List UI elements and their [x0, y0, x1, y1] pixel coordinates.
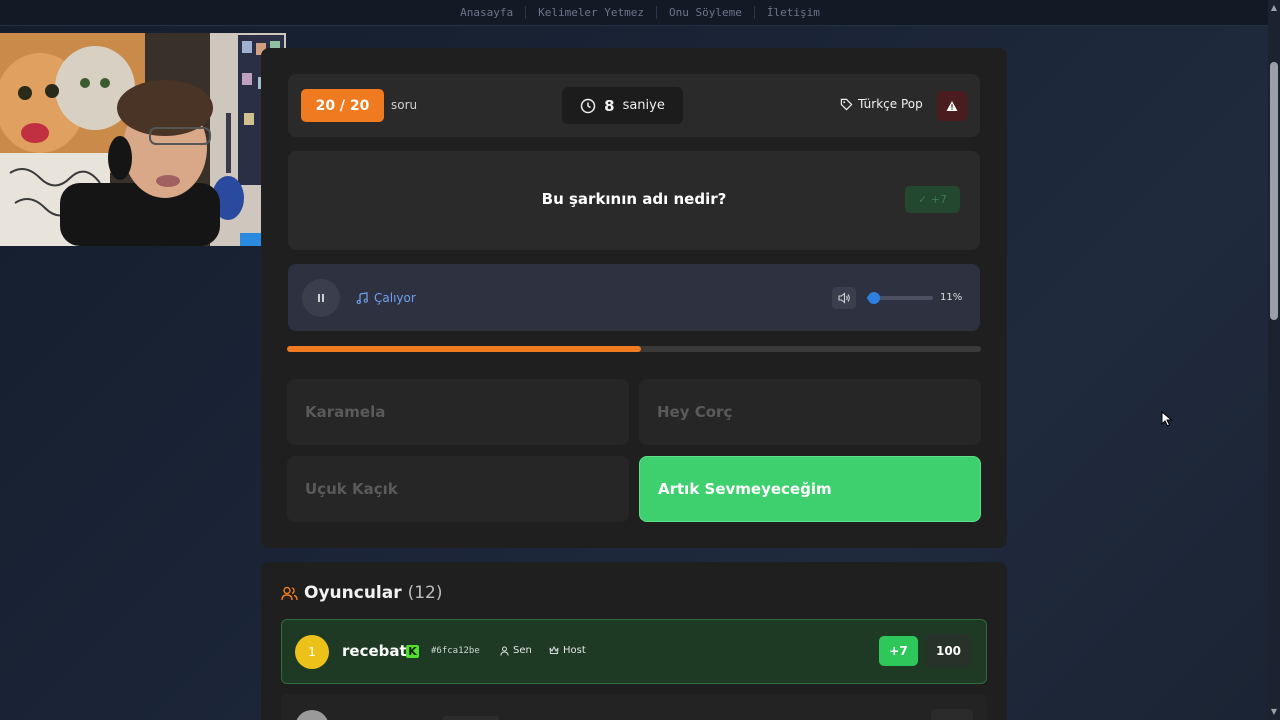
question-counter: 20 / 20 [301, 89, 384, 122]
category-text: Türkçe Pop [858, 97, 923, 111]
webcam-image [0, 33, 286, 246]
players-title: Oyuncular [304, 583, 402, 603]
player-name: recebat [342, 642, 407, 660]
crown-icon [549, 646, 559, 654]
timer-value: 8 [604, 96, 615, 115]
host-tag: Host [549, 645, 586, 656]
timer: 8 saniye [562, 87, 683, 124]
user-icon [500, 646, 509, 656]
kick-logo-icon: K [406, 645, 419, 658]
answer-option-4[interactable]: Artık Sevmeyeceğim [639, 456, 981, 522]
player-rank: 1 [295, 635, 329, 669]
category-label: Türkçe Pop [840, 97, 923, 111]
scrollbar-thumb[interactable] [1270, 62, 1278, 320]
pause-button[interactable] [302, 279, 340, 317]
nav-link-kelimeler-yetmez[interactable]: Kelimeler Yetmez [526, 6, 658, 19]
mute-button[interactable] [832, 287, 856, 309]
clock-icon [580, 98, 596, 113]
you-tag-label: Sen [513, 645, 532, 656]
total-score-badge [931, 709, 973, 720]
players-heading: Oyuncular (12) [281, 583, 443, 603]
player-row [281, 694, 987, 720]
question-text: Bu şarkının adı nedir? [541, 190, 727, 208]
volume-percent: 11% [940, 292, 963, 303]
timer-unit: saniye [622, 98, 665, 113]
you-tag: Sen [500, 645, 532, 656]
player-id: #6fca12be [431, 646, 480, 656]
tag-icon [840, 98, 853, 110]
scroll-up-icon[interactable]: ▲ [1270, 4, 1278, 12]
webcam-overlay [0, 33, 286, 246]
question-counter-suffix: soru [391, 98, 418, 112]
nav-link-onu-soyleme[interactable]: Onu Söyleme [657, 6, 755, 19]
volume-icon [837, 292, 850, 304]
playing-status: Çalıyor [356, 291, 416, 305]
round-points-badge: +7 [879, 636, 918, 666]
player-id [443, 716, 499, 720]
host-tag-label: Host [563, 645, 586, 656]
time-progress-bar [287, 346, 981, 352]
scroll-down-icon[interactable]: ▼ [1270, 708, 1278, 716]
time-progress-fill [287, 346, 641, 352]
playing-status-text: Çalıyor [374, 291, 416, 305]
mouse-cursor-icon [1161, 411, 1173, 427]
answer-option-2[interactable]: Hey Corç [639, 379, 981, 445]
users-icon [281, 586, 298, 600]
music-note-icon [356, 292, 368, 304]
players-count: (12) [407, 583, 443, 603]
report-button[interactable] [937, 91, 967, 121]
top-nav: Anasayfa Kelimeler Yetmez Onu Söyleme İl… [0, 0, 1280, 26]
answer-option-1[interactable]: Karamela [287, 379, 629, 445]
points-badge: ✓ +7 [905, 186, 960, 213]
nav-link-contact[interactable]: İletişim [755, 6, 832, 19]
pause-icon [318, 294, 324, 302]
answer-option-3[interactable]: Uçuk Kaçık [287, 456, 629, 522]
nav-link-home[interactable]: Anasayfa [448, 6, 527, 19]
warning-icon [946, 101, 958, 111]
total-score-badge: 100 [926, 634, 971, 668]
